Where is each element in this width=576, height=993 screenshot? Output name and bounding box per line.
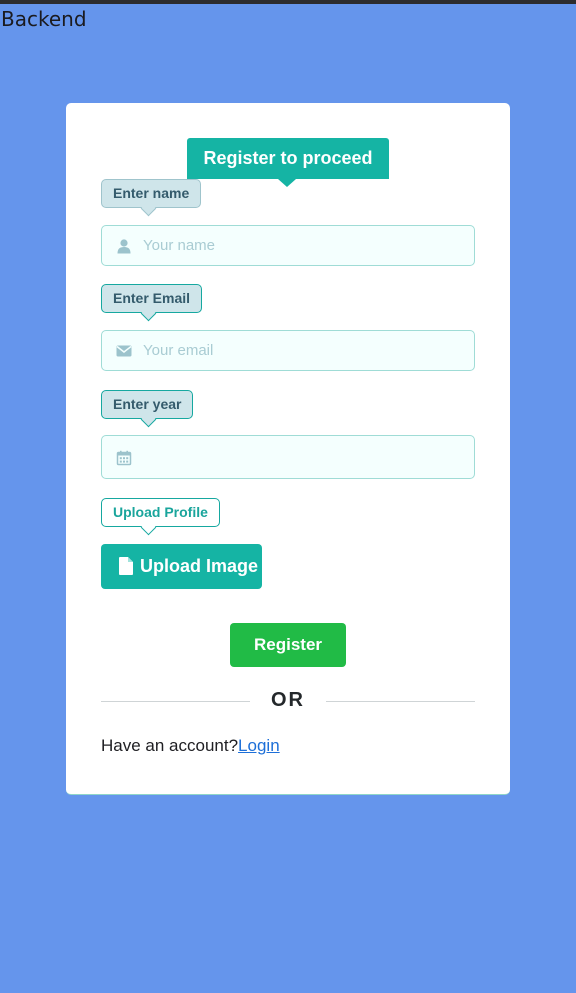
email-input[interactable] (143, 331, 463, 370)
upload-image-button[interactable]: Upload Image (101, 544, 262, 589)
name-input[interactable] (143, 226, 463, 265)
login-prompt: Have an account?Login (101, 736, 280, 756)
divider-right (326, 701, 475, 702)
form-heading: Register to proceed (187, 138, 389, 187)
upload-label: Upload Profile (101, 498, 220, 527)
login-prompt-text: Have an account? (101, 736, 239, 755)
upload-image-label: Upload Image (140, 556, 259, 576)
name-label: Enter name (101, 179, 202, 208)
register-card: Register to proceed Enter name Enter Ema… (66, 103, 510, 795)
app-title[interactable]: Backend (1, 7, 87, 31)
calendar-icon (116, 450, 132, 466)
file-icon (119, 557, 133, 575)
divider-left (101, 701, 250, 702)
top-bar (0, 0, 576, 4)
register-button[interactable]: Register (230, 623, 346, 667)
email-label: Enter Email (101, 284, 203, 313)
email-field[interactable] (101, 330, 475, 371)
user-icon (117, 239, 131, 254)
year-label: Enter year (101, 390, 194, 419)
year-input[interactable] (143, 436, 463, 478)
year-field[interactable] (101, 435, 475, 479)
envelope-icon (116, 345, 132, 357)
name-field[interactable] (101, 225, 475, 266)
login-link[interactable]: Login (238, 736, 280, 755)
or-separator: OR (271, 689, 305, 711)
